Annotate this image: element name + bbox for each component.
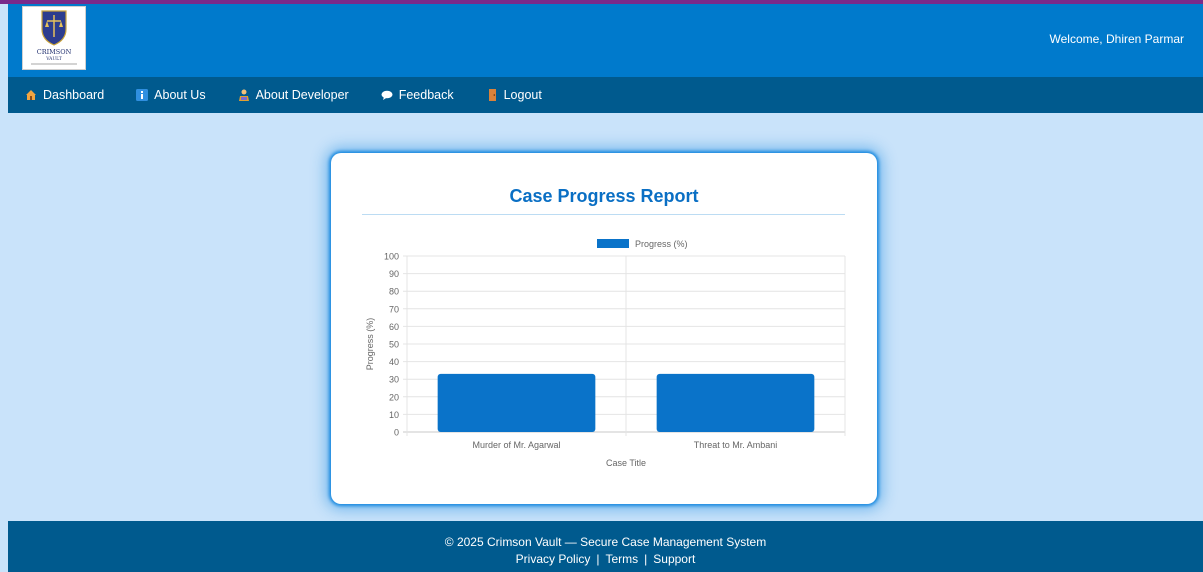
y-tick-label: 50 — [389, 340, 399, 350]
report-card: Case Progress Report 0 10 20 30 40 50 60 70 80 90… — [331, 153, 877, 504]
terms-link[interactable]: Terms — [605, 552, 638, 566]
svg-text:CRIMSON: CRIMSON — [37, 48, 72, 56]
nav-item-feedback[interactable]: Feedback — [381, 88, 454, 102]
welcome-message: Welcome, Dhiren Parmar — [1049, 32, 1184, 46]
page-footer: © 2025 Crimson Vault — Secure Case Manag… — [8, 521, 1203, 572]
main-nav: Dashboard About Us About Developer Feedb… — [8, 77, 1203, 113]
bar-1 — [437, 373, 596, 432]
app-header: CRIMSON VAULT Welcome, Dhiren Parmar — [8, 4, 1203, 77]
nav-label-about-developer: About Developer — [255, 88, 349, 102]
nav-label-feedback: Feedback — [398, 88, 454, 102]
legend-swatch — [597, 239, 629, 248]
developer-icon — [238, 89, 249, 101]
nav-label-logout: Logout — [503, 88, 542, 102]
y-tick-label: 20 — [389, 392, 399, 402]
y-tick-label: 10 — [389, 410, 399, 420]
main-content: Case Progress Report 0 10 20 30 40 50 60 70 80 90… — [8, 113, 1203, 521]
info-icon — [136, 89, 149, 101]
support-link[interactable]: Support — [653, 552, 695, 566]
bar-2 — [656, 373, 815, 432]
footer-separator: | — [596, 552, 600, 566]
nav-label-dashboard: Dashboard — [43, 88, 105, 102]
x-tick-label: Murder of Mr. Agarwal — [472, 440, 560, 450]
progress-chart: 0 10 20 30 40 50 60 70 80 90 100 Murder of Mr. Agar… — [365, 239, 846, 468]
y-tick-label: 30 — [389, 375, 399, 385]
x-tick-label: Threat to Mr. Ambani — [694, 440, 778, 450]
y-tick-label: 80 — [389, 287, 399, 297]
privacy-policy-link[interactable]: Privacy Policy — [516, 552, 591, 566]
svg-text:VAULT: VAULT — [45, 56, 62, 62]
y-tick-label: 100 — [384, 252, 399, 262]
x-axis-title: Case Title — [606, 458, 646, 468]
y-tick-label: 70 — [389, 304, 399, 314]
y-tick-label: 40 — [389, 357, 399, 367]
door-icon — [488, 89, 496, 101]
footer-links: Privacy Policy | Terms | Support — [8, 552, 1203, 566]
nav-label-about-us: About Us — [154, 88, 206, 102]
house-icon — [26, 90, 36, 100]
y-tick-label: 60 — [389, 322, 399, 332]
nav-item-logout[interactable]: Logout — [486, 88, 542, 102]
speech-bubble-icon — [381, 90, 393, 100]
footer-copyright: © 2025 Crimson Vault — Secure Case Manag… — [444, 535, 767, 549]
nav-item-dashboard[interactable]: Dashboard — [25, 88, 104, 102]
nav-item-about-developer[interactable]: About Developer — [238, 88, 349, 102]
footer-separator: | — [644, 552, 648, 566]
crimson-vault-logo[interactable]: CRIMSON VAULT — [22, 6, 86, 70]
y-tick-label: 90 — [389, 269, 399, 279]
y-axis-title: Progress (%) — [365, 318, 375, 371]
y-tick-label: 0 — [394, 428, 399, 438]
legend-label: Progress (%) — [635, 239, 688, 249]
nav-item-about-us[interactable]: About Us — [136, 88, 206, 102]
